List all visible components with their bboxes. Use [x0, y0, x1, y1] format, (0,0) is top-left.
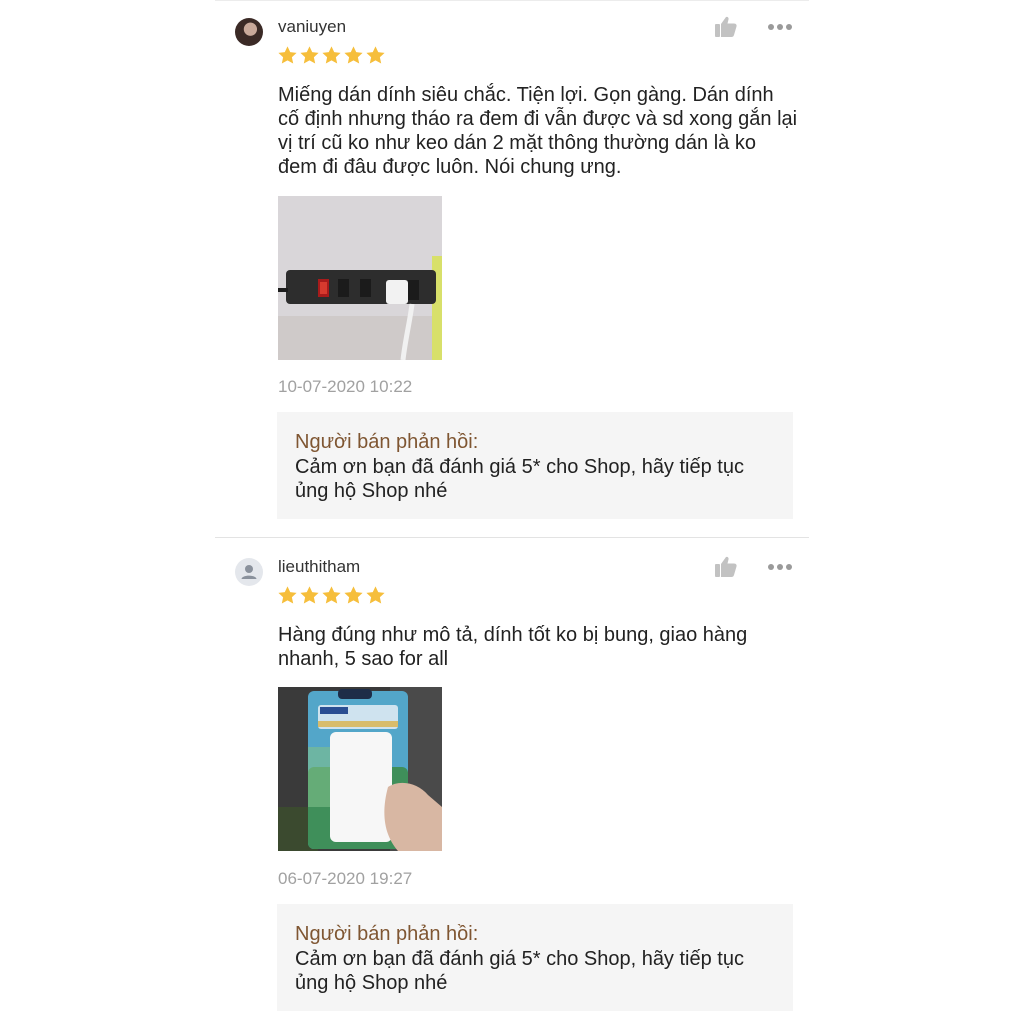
review-content: Miếng dán dính siêu chắc. Tiện lợi. Gọn … — [278, 84, 798, 178]
star-icon — [322, 46, 341, 64]
star-icon — [278, 586, 297, 604]
star-icon — [366, 46, 385, 64]
review-timestamp: 10-07-2020 10:22 — [278, 377, 413, 396]
star-icon — [278, 46, 297, 64]
review-timestamp: 06-07-2020 19:27 — [278, 869, 413, 888]
avatar[interactable] — [235, 18, 263, 46]
more-options-icon[interactable] — [767, 22, 793, 32]
more-options-icon[interactable] — [767, 562, 793, 572]
seller-reply-title: Người bán phản hồi: — [295, 431, 479, 453]
seller-reply-title: Người bán phản hồi: — [295, 923, 479, 945]
username[interactable]: vaniuyen — [278, 17, 346, 37]
star-icon — [344, 46, 363, 64]
review-content: Hàng đúng như mô tả, dính tốt ko bị bung… — [278, 624, 748, 670]
star-icon — [300, 586, 319, 604]
review-photo[interactable] — [278, 196, 442, 360]
username[interactable]: lieuthitham — [278, 557, 360, 577]
thumbs-up-icon[interactable] — [714, 555, 738, 579]
star-icon — [322, 586, 341, 604]
user-icon — [241, 565, 257, 579]
review-photo[interactable] — [278, 687, 442, 851]
avatar[interactable] — [235, 558, 263, 586]
thumbs-up-icon[interactable] — [714, 15, 738, 39]
review-item: vaniuyen Miếng dán dính siêu chắc. Tiện … — [215, 0, 809, 538]
review-item: lieuthitham Hàng đúng như mô tả, dính tố… — [215, 538, 809, 1024]
seller-reply: Người bán phản hồi: Cảm ơn bạn đã đánh g… — [277, 412, 793, 519]
seller-reply: Người bán phản hồi: Cảm ơn bạn đã đánh g… — [277, 904, 793, 1011]
star-icon — [344, 586, 363, 604]
seller-reply-text: Cảm ơn bạn đã đánh giá 5* cho Shop, hãy … — [295, 948, 744, 994]
rating-stars — [277, 45, 386, 67]
star-icon — [366, 586, 385, 604]
rating-stars — [277, 585, 386, 607]
star-icon — [300, 46, 319, 64]
seller-reply-text: Cảm ơn bạn đã đánh giá 5* cho Shop, hãy … — [295, 456, 744, 502]
